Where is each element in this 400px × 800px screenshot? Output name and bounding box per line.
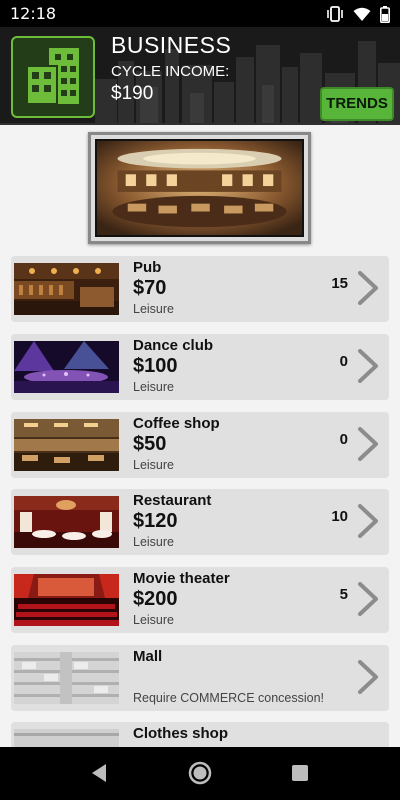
business-requirement: Require COMMERCE concession! xyxy=(133,691,325,705)
chevron-right-icon xyxy=(358,582,378,616)
office-building-icon xyxy=(26,48,79,105)
business-category: Leisure xyxy=(133,380,174,394)
business-list-panel[interactable]: Pub $70 Leisure 15 Dance club $100 Leisu… xyxy=(0,125,400,747)
restaurant-thumbnail xyxy=(14,496,119,548)
business-logo xyxy=(11,36,95,118)
status-icons xyxy=(326,5,390,23)
owned-count: 10 xyxy=(331,508,348,525)
dance-club-thumbnail xyxy=(14,341,119,393)
back-icon[interactable] xyxy=(89,762,109,784)
business-row-coffee-shop[interactable]: Coffee shop $50 Leisure 0 xyxy=(11,412,389,478)
status-bar: 12:18 xyxy=(0,0,400,27)
business-name: Clothes shop xyxy=(133,725,229,742)
business-row-clothes-shop[interactable]: Clothes shop xyxy=(11,722,389,747)
owned-count: 0 xyxy=(339,431,348,448)
business-row-movie-theater[interactable]: Movie theater $200 Leisure 5 xyxy=(11,567,389,633)
wifi-icon xyxy=(353,7,371,21)
movie-theater-thumbnail xyxy=(14,574,119,626)
business-row-restaurant[interactable]: Restaurant $120 Leisure 10 xyxy=(11,489,389,555)
trends-button[interactable]: TRENDS xyxy=(320,87,394,121)
business-name: Movie theater xyxy=(133,570,230,587)
coffee-shop-thumbnail xyxy=(14,419,119,471)
chevron-right-icon xyxy=(358,660,378,694)
owned-count: 0 xyxy=(339,353,348,370)
home-icon[interactable] xyxy=(188,761,212,785)
business-name: Coffee shop xyxy=(133,415,220,432)
featured-business-image xyxy=(88,132,311,244)
business-price: $200 xyxy=(133,588,178,610)
clothes-shop-thumbnail xyxy=(14,729,119,747)
business-row-pub[interactable]: Pub $70 Leisure 15 xyxy=(11,256,389,322)
business-price: $100 xyxy=(133,355,178,377)
business-name: Mall xyxy=(133,648,163,665)
chevron-right-icon xyxy=(358,504,378,538)
business-category: Leisure xyxy=(133,613,174,627)
casino-interior-image xyxy=(95,139,304,237)
vibrate-icon xyxy=(327,6,343,22)
mall-thumbnail xyxy=(14,652,119,704)
business-name: Restaurant xyxy=(133,492,212,509)
cycle-income-value: $190 xyxy=(111,83,154,104)
chevron-right-icon xyxy=(358,427,378,461)
owned-count: 15 xyxy=(331,275,348,292)
business-name: Dance club xyxy=(133,337,214,354)
business-price: $70 xyxy=(133,277,167,299)
pub-thumbnail xyxy=(14,263,119,315)
owned-count: 5 xyxy=(339,586,348,603)
business-price: $120 xyxy=(133,510,178,532)
recents-icon[interactable] xyxy=(291,764,309,782)
business-row-mall[interactable]: Mall Require COMMERCE concession! xyxy=(11,645,389,711)
business-row-dance-club[interactable]: Dance club $100 Leisure 0 xyxy=(11,334,389,400)
battery-icon xyxy=(380,5,390,23)
business-header: BUSINESS CYCLE INCOME: $190 TRENDS xyxy=(0,27,400,125)
business-price: $50 xyxy=(133,433,167,455)
business-category: Leisure xyxy=(133,302,174,316)
business-name: Pub xyxy=(133,259,162,276)
system-navigation-bar xyxy=(0,747,400,800)
status-time: 12:18 xyxy=(10,4,57,23)
chevron-right-icon xyxy=(358,349,378,383)
cycle-income-label: CYCLE INCOME: xyxy=(111,63,230,80)
business-category: Leisure xyxy=(133,458,174,472)
business-category: Leisure xyxy=(133,535,174,549)
page-title: BUSINESS xyxy=(111,32,232,58)
chevron-right-icon xyxy=(358,271,378,305)
